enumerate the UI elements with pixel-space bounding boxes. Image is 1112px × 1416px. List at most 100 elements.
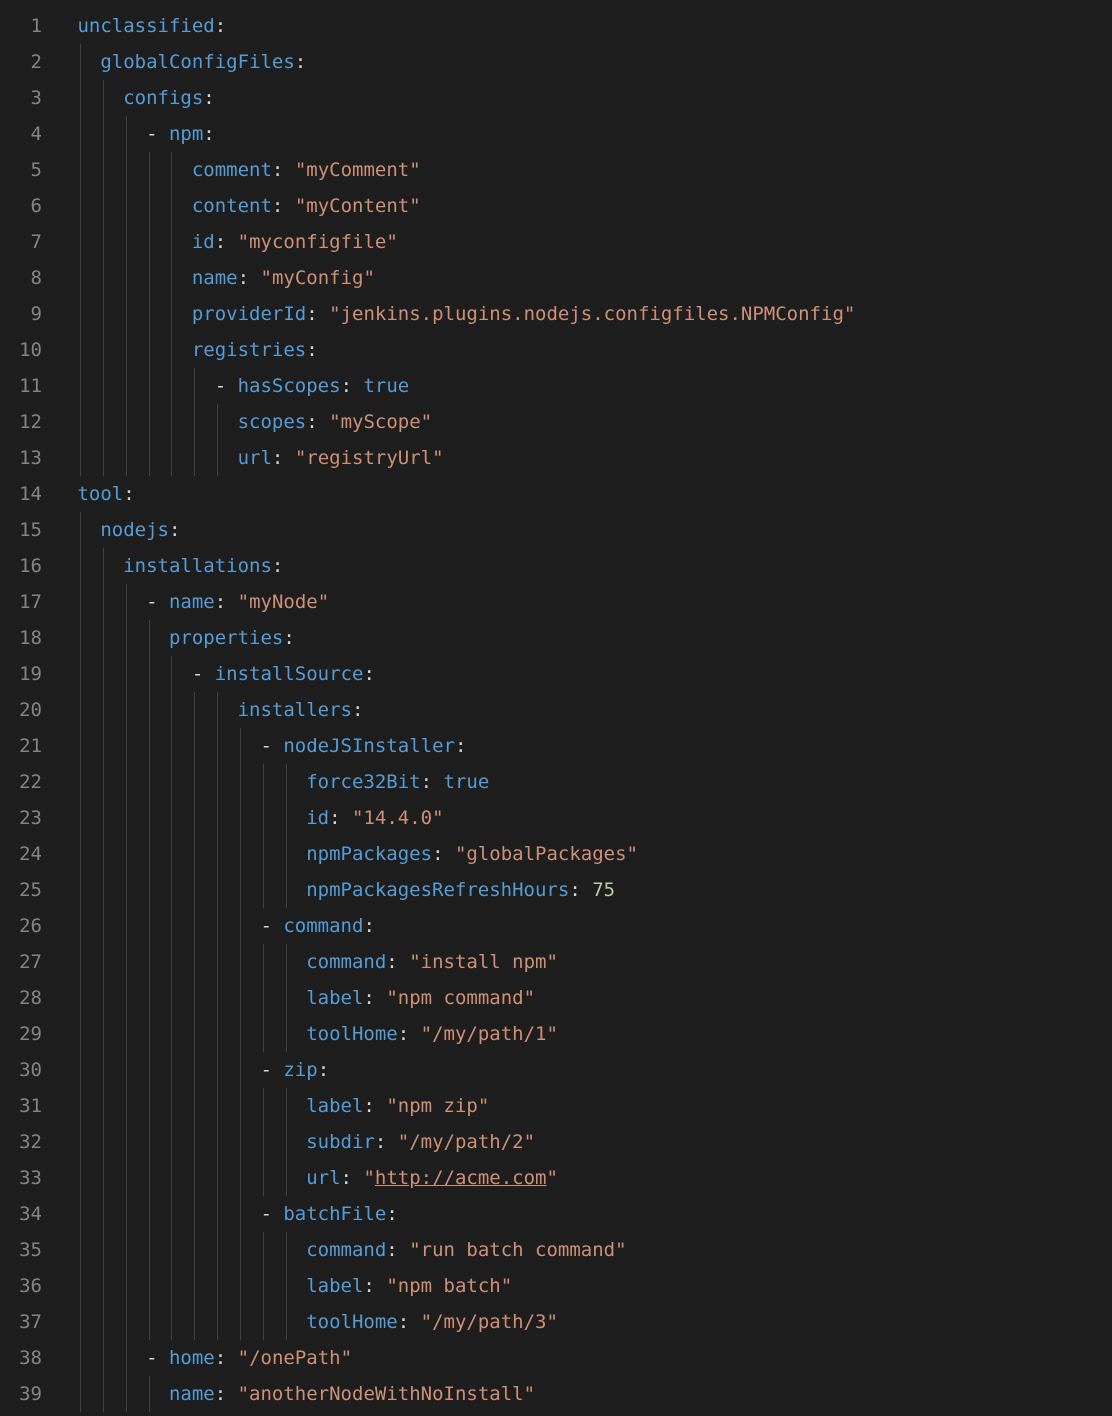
- token-k: command: [306, 1239, 386, 1261]
- code-line[interactable]: npmPackages: "globalPackages": [66, 836, 855, 872]
- token-p: :: [169, 519, 180, 541]
- token-k: installSource: [215, 663, 364, 685]
- token-s: http://acme.com: [375, 1167, 547, 1189]
- token-p: :: [215, 1383, 238, 1405]
- code-line[interactable]: - npm:: [66, 116, 855, 152]
- code-line[interactable]: - name: "myNode": [66, 584, 855, 620]
- token-p: :: [215, 1347, 238, 1369]
- line-number: 36: [0, 1268, 42, 1304]
- token-k: properties: [169, 627, 283, 649]
- code-line[interactable]: - command:: [66, 908, 855, 944]
- token-k: label: [306, 1275, 363, 1297]
- token-k: toolHome: [306, 1311, 398, 1333]
- code-line[interactable]: installations:: [66, 548, 855, 584]
- code-line[interactable]: url: "registryUrl": [66, 440, 855, 476]
- token-s: "registryUrl": [295, 447, 444, 469]
- token-p: :: [398, 1023, 421, 1045]
- code-line[interactable]: - zip:: [66, 1052, 855, 1088]
- code-line[interactable]: configs:: [66, 80, 855, 116]
- code-line[interactable]: - batchFile:: [66, 1196, 855, 1232]
- code-line[interactable]: npmPackagesRefreshHours: 75: [66, 872, 855, 908]
- code-content[interactable]: unclassified: globalConfigFiles: configs…: [66, 0, 855, 1416]
- token-s: "anotherNodeWithNoInstall": [238, 1383, 535, 1405]
- code-line[interactable]: - nodeJSInstaller:: [66, 728, 855, 764]
- code-line[interactable]: nodejs:: [66, 512, 855, 548]
- token-c: true: [444, 771, 490, 793]
- code-line[interactable]: label: "npm command": [66, 980, 855, 1016]
- token-n: 75: [592, 879, 615, 901]
- code-line[interactable]: toolHome: "/my/path/3": [66, 1304, 855, 1340]
- code-line[interactable]: tool:: [66, 476, 855, 512]
- code-line[interactable]: command: "run batch command": [66, 1232, 855, 1268]
- token-k: hasScopes: [238, 375, 341, 397]
- token-p: :: [386, 1239, 409, 1261]
- line-number: 24: [0, 836, 42, 872]
- line-number: 26: [0, 908, 42, 944]
- code-line[interactable]: - hasScopes: true: [66, 368, 855, 404]
- token-p: :: [295, 51, 306, 73]
- token-s: "myContent": [295, 195, 421, 217]
- token-k: url: [238, 447, 272, 469]
- code-line[interactable]: label: "npm batch": [66, 1268, 855, 1304]
- code-line[interactable]: id: "myconfigfile": [66, 224, 855, 260]
- line-number: 35: [0, 1232, 42, 1268]
- code-line[interactable]: installers:: [66, 692, 855, 728]
- code-line[interactable]: name: "myConfig": [66, 260, 855, 296]
- line-number-gutter: 1234567891011121314151617181920212223242…: [0, 0, 66, 1416]
- token-s: "install npm": [409, 951, 558, 973]
- token-p: :: [272, 555, 283, 577]
- code-editor[interactable]: 1234567891011121314151617181920212223242…: [0, 0, 1112, 1416]
- code-line[interactable]: toolHome: "/my/path/1": [66, 1016, 855, 1052]
- code-line[interactable]: name: "anotherNodeWithNoInstall": [66, 1376, 855, 1412]
- line-number: 18: [0, 620, 42, 656]
- token-k: command: [306, 951, 386, 973]
- code-line[interactable]: command: "install npm": [66, 944, 855, 980]
- token-k: registries: [192, 339, 306, 361]
- code-line[interactable]: unclassified:: [66, 8, 855, 44]
- token-k: npmPackages: [306, 843, 432, 865]
- token-s: ": [363, 1167, 374, 1189]
- token-s: "myScope": [329, 411, 432, 433]
- token-p: :: [421, 771, 444, 793]
- code-line[interactable]: force32Bit: true: [66, 764, 855, 800]
- token-k: toolHome: [306, 1023, 398, 1045]
- code-line[interactable]: content: "myContent": [66, 188, 855, 224]
- code-line[interactable]: label: "npm zip": [66, 1088, 855, 1124]
- token-d: -: [260, 915, 283, 937]
- line-number: 16: [0, 548, 42, 584]
- token-p: :: [215, 591, 238, 613]
- line-number: 13: [0, 440, 42, 476]
- code-line[interactable]: - installSource:: [66, 656, 855, 692]
- line-number: 15: [0, 512, 42, 548]
- token-s: "npm zip": [386, 1095, 489, 1117]
- line-number: 29: [0, 1016, 42, 1052]
- token-k: force32Bit: [306, 771, 420, 793]
- code-line[interactable]: subdir: "/my/path/2": [66, 1124, 855, 1160]
- token-k: name: [169, 591, 215, 613]
- token-s: ": [546, 1167, 557, 1189]
- token-k: nodejs: [100, 519, 169, 541]
- line-number: 7: [0, 224, 42, 260]
- code-line[interactable]: url: "http://acme.com": [66, 1160, 855, 1196]
- code-line[interactable]: providerId: "jenkins.plugins.nodejs.conf…: [66, 296, 855, 332]
- token-k: providerId: [192, 303, 306, 325]
- code-line[interactable]: registries:: [66, 332, 855, 368]
- code-line[interactable]: properties:: [66, 620, 855, 656]
- token-p: :: [329, 807, 352, 829]
- token-p: :: [363, 1095, 386, 1117]
- code-line[interactable]: id: "14.4.0": [66, 800, 855, 836]
- token-k: content: [192, 195, 272, 217]
- token-d: -: [146, 123, 169, 145]
- line-number: 30: [0, 1052, 42, 1088]
- line-number: 14: [0, 476, 42, 512]
- token-d: -: [260, 735, 283, 757]
- line-number: 23: [0, 800, 42, 836]
- token-s: "myComment": [295, 159, 421, 181]
- code-line[interactable]: scopes: "myScope": [66, 404, 855, 440]
- code-line[interactable]: - home: "/onePath": [66, 1340, 855, 1376]
- token-k: label: [306, 987, 363, 1009]
- code-line[interactable]: globalConfigFiles:: [66, 44, 855, 80]
- token-p: :: [306, 303, 329, 325]
- code-line[interactable]: comment: "myComment": [66, 152, 855, 188]
- line-number: 21: [0, 728, 42, 764]
